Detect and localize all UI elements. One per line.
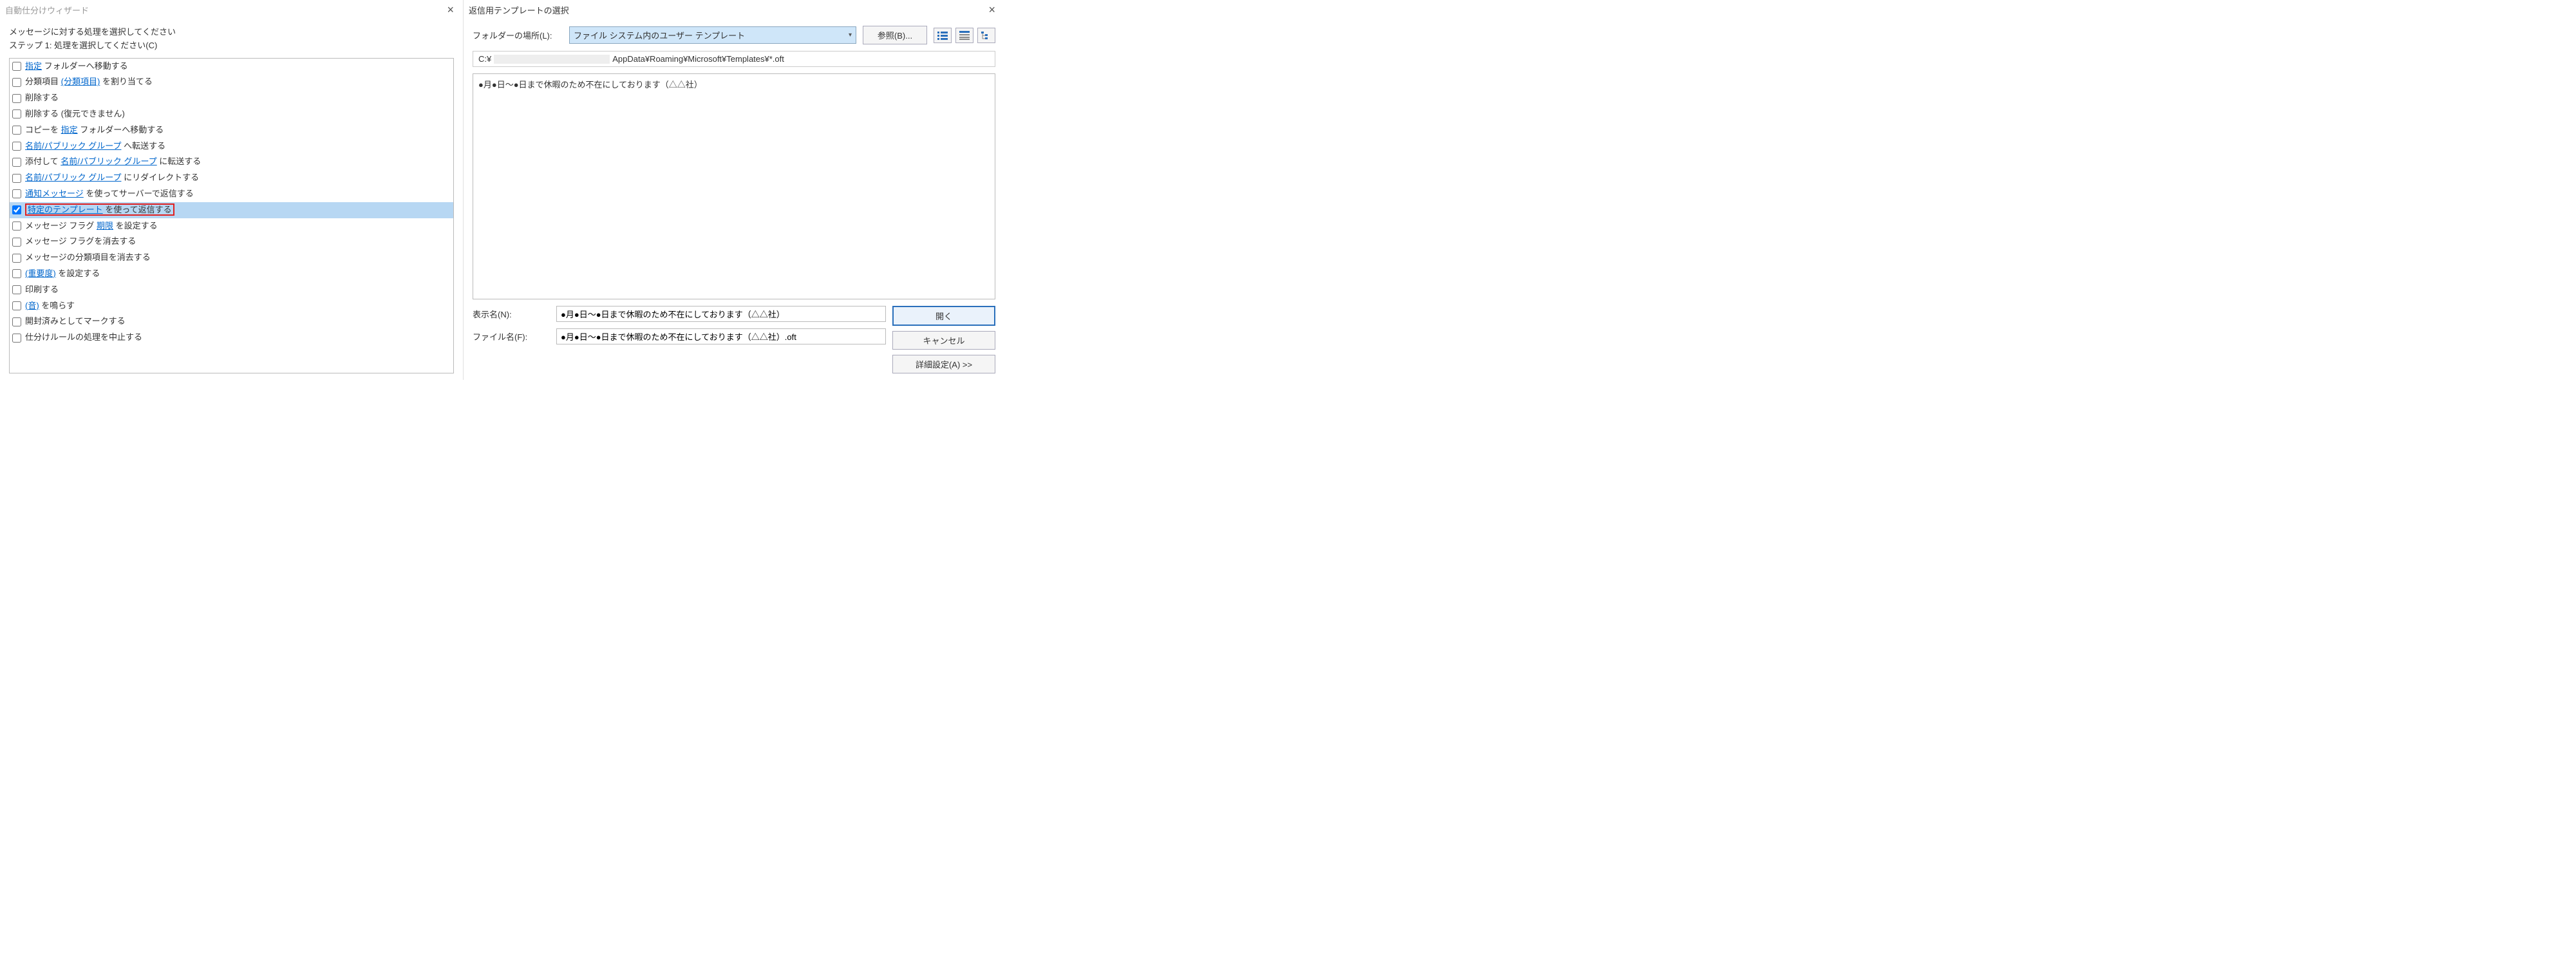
action-label: メッセージの分類項目を消去する (25, 251, 151, 265)
file-name-field[interactable] (556, 328, 886, 344)
action-row[interactable]: 名前/パブリック グループ へ転送する (10, 138, 453, 155)
action-checkbox[interactable] (12, 269, 21, 278)
browse-button[interactable]: 参照(B)... (863, 26, 927, 44)
advanced-button[interactable]: 詳細設定(A) >> (892, 355, 995, 373)
action-link[interactable]: (重要度) (25, 269, 56, 278)
action-link[interactable]: (分類項目) (61, 77, 100, 86)
action-row[interactable]: 開封済みとしてマークする (10, 314, 453, 330)
action-label: 分類項目 (分類項目) を割り当てる (25, 75, 153, 89)
action-row[interactable]: (音) を鳴らす (10, 298, 453, 314)
folder-location-dropdown[interactable]: ファイル システム内のユーザー テンプレート ▾ (569, 26, 856, 44)
action-row[interactable]: メッセージの分類項目を消去する (10, 250, 453, 266)
action-row[interactable]: コピーを 指定 フォルダーへ移動する (10, 122, 453, 138)
action-row[interactable]: 分類項目 (分類項目) を割り当てる (10, 74, 453, 90)
action-checkbox[interactable] (12, 334, 21, 343)
redacted-path (494, 55, 610, 64)
action-label: 開封済みとしてマークする (25, 315, 126, 328)
instruction-line2: ステップ 1: 処理を選択してください(C) (9, 39, 454, 53)
action-checkbox[interactable] (12, 301, 21, 310)
folder-location-label: フォルダーの場所(L): (473, 29, 563, 41)
action-label: コピーを 指定 フォルダーへ移動する (25, 124, 164, 137)
action-checkbox[interactable] (12, 205, 21, 214)
action-checkbox[interactable] (12, 189, 21, 198)
view-details-icon[interactable] (955, 28, 973, 43)
action-link[interactable]: 名前/パブリック グループ (25, 173, 121, 182)
view-tree-icon[interactable] (977, 28, 995, 43)
action-label: 通知メッセージ を使ってサーバーで返信する (25, 187, 194, 201)
action-checkbox[interactable] (12, 126, 21, 135)
action-checkbox[interactable] (12, 142, 21, 151)
action-checkbox[interactable] (12, 62, 21, 71)
action-row[interactable]: メッセージ フラグを消去する (10, 234, 453, 250)
action-checkbox[interactable] (12, 78, 21, 87)
action-row[interactable]: 印刷する (10, 282, 453, 298)
action-checkbox[interactable] (12, 109, 21, 118)
action-row[interactable]: 特定のテンプレート を使って返信する (10, 202, 453, 218)
action-label: 名前/パブリック グループ にリダイレクトする (25, 171, 199, 185)
action-checkbox[interactable] (12, 221, 21, 231)
open-button[interactable]: 開く (892, 306, 995, 326)
action-row[interactable]: 削除する (復元できません) (10, 106, 453, 122)
folder-location-value: ファイル システム内のユーザー テンプレート (574, 29, 745, 41)
action-link[interactable]: 指定 (61, 125, 78, 135)
template-item[interactable]: ●月●日～●日まで休暇のため不在にしております（△△社） (478, 78, 990, 90)
action-label: 削除する (復元できません) (25, 108, 125, 121)
action-link[interactable]: 指定 (25, 61, 42, 71)
action-label: 仕分けルールの処理を中止する (25, 331, 142, 344)
action-row[interactable]: 指定 フォルダーへ移動する (10, 59, 453, 75)
action-link[interactable]: 期限 (97, 221, 113, 231)
action-checkbox[interactable] (12, 317, 21, 326)
action-row[interactable]: 削除する (10, 90, 453, 106)
action-label: 削除する (25, 91, 59, 105)
action-label: メッセージ フラグを消去する (25, 235, 136, 249)
action-checkbox[interactable] (12, 285, 21, 294)
chevron-down-icon: ▾ (849, 32, 852, 39)
close-icon[interactable]: × (443, 3, 458, 17)
action-link[interactable]: (音) (25, 301, 39, 310)
template-list[interactable]: ●月●日～●日まで休暇のため不在にしております（△△社） (473, 73, 995, 299)
path-display: C:¥ AppData¥Roaming¥Microsoft¥Templates¥… (473, 51, 995, 67)
action-link[interactable]: 名前/パブリック グループ (25, 141, 121, 151)
action-checkbox[interactable] (12, 158, 21, 167)
display-name-label: 表示名(N): (473, 308, 550, 320)
action-label: 印刷する (25, 283, 59, 297)
action-row[interactable]: (重要度) を設定する (10, 266, 453, 282)
action-row[interactable]: 添付して 名前/パブリック グループ に転送する (10, 154, 453, 170)
action-label: 添付して 名前/パブリック グループ に転送する (25, 155, 201, 169)
action-label: 特定のテンプレート を使って返信する (25, 203, 174, 217)
action-link[interactable]: 特定のテンプレート (28, 205, 103, 214)
action-checkbox[interactable] (12, 174, 21, 183)
view-list-icon[interactable] (934, 28, 952, 43)
close-icon[interactable]: × (984, 3, 999, 17)
action-row[interactable]: 仕分けルールの処理を中止する (10, 330, 453, 346)
action-checkbox[interactable] (12, 94, 21, 103)
cancel-button[interactable]: キャンセル (892, 331, 995, 350)
action-checkbox[interactable] (12, 238, 21, 247)
action-link[interactable]: 通知メッセージ (25, 189, 84, 198)
highlighted-action: 特定のテンプレート を使って返信する (25, 203, 174, 216)
action-label: メッセージ フラグ 期限 を設定する (25, 220, 158, 233)
action-row[interactable]: 名前/パブリック グループ にリダイレクトする (10, 170, 453, 186)
action-row[interactable]: メッセージ フラグ 期限 を設定する (10, 218, 453, 234)
action-label: (重要度) を設定する (25, 267, 100, 281)
wizard-title: 自動仕分けウィザード (5, 4, 89, 16)
action-list[interactable]: 指定 フォルダーへ移動する分類項目 (分類項目) を割り当てる削除する削除する … (9, 58, 454, 373)
action-link[interactable]: 名前/パブリック グループ (61, 156, 156, 166)
display-name-field[interactable] (556, 306, 886, 322)
action-checkbox[interactable] (12, 254, 21, 263)
action-label: (音) を鳴らす (25, 299, 75, 313)
action-row[interactable]: 通知メッセージ を使ってサーバーで返信する (10, 186, 453, 202)
action-label: 指定 フォルダーへ移動する (25, 60, 128, 73)
template-dialog-title: 返信用テンプレートの選択 (469, 4, 569, 16)
action-label: 名前/パブリック グループ へ転送する (25, 140, 165, 153)
instruction-line1: メッセージに対する処理を選択してください (9, 26, 454, 39)
file-name-label: ファイル名(F): (473, 330, 550, 343)
